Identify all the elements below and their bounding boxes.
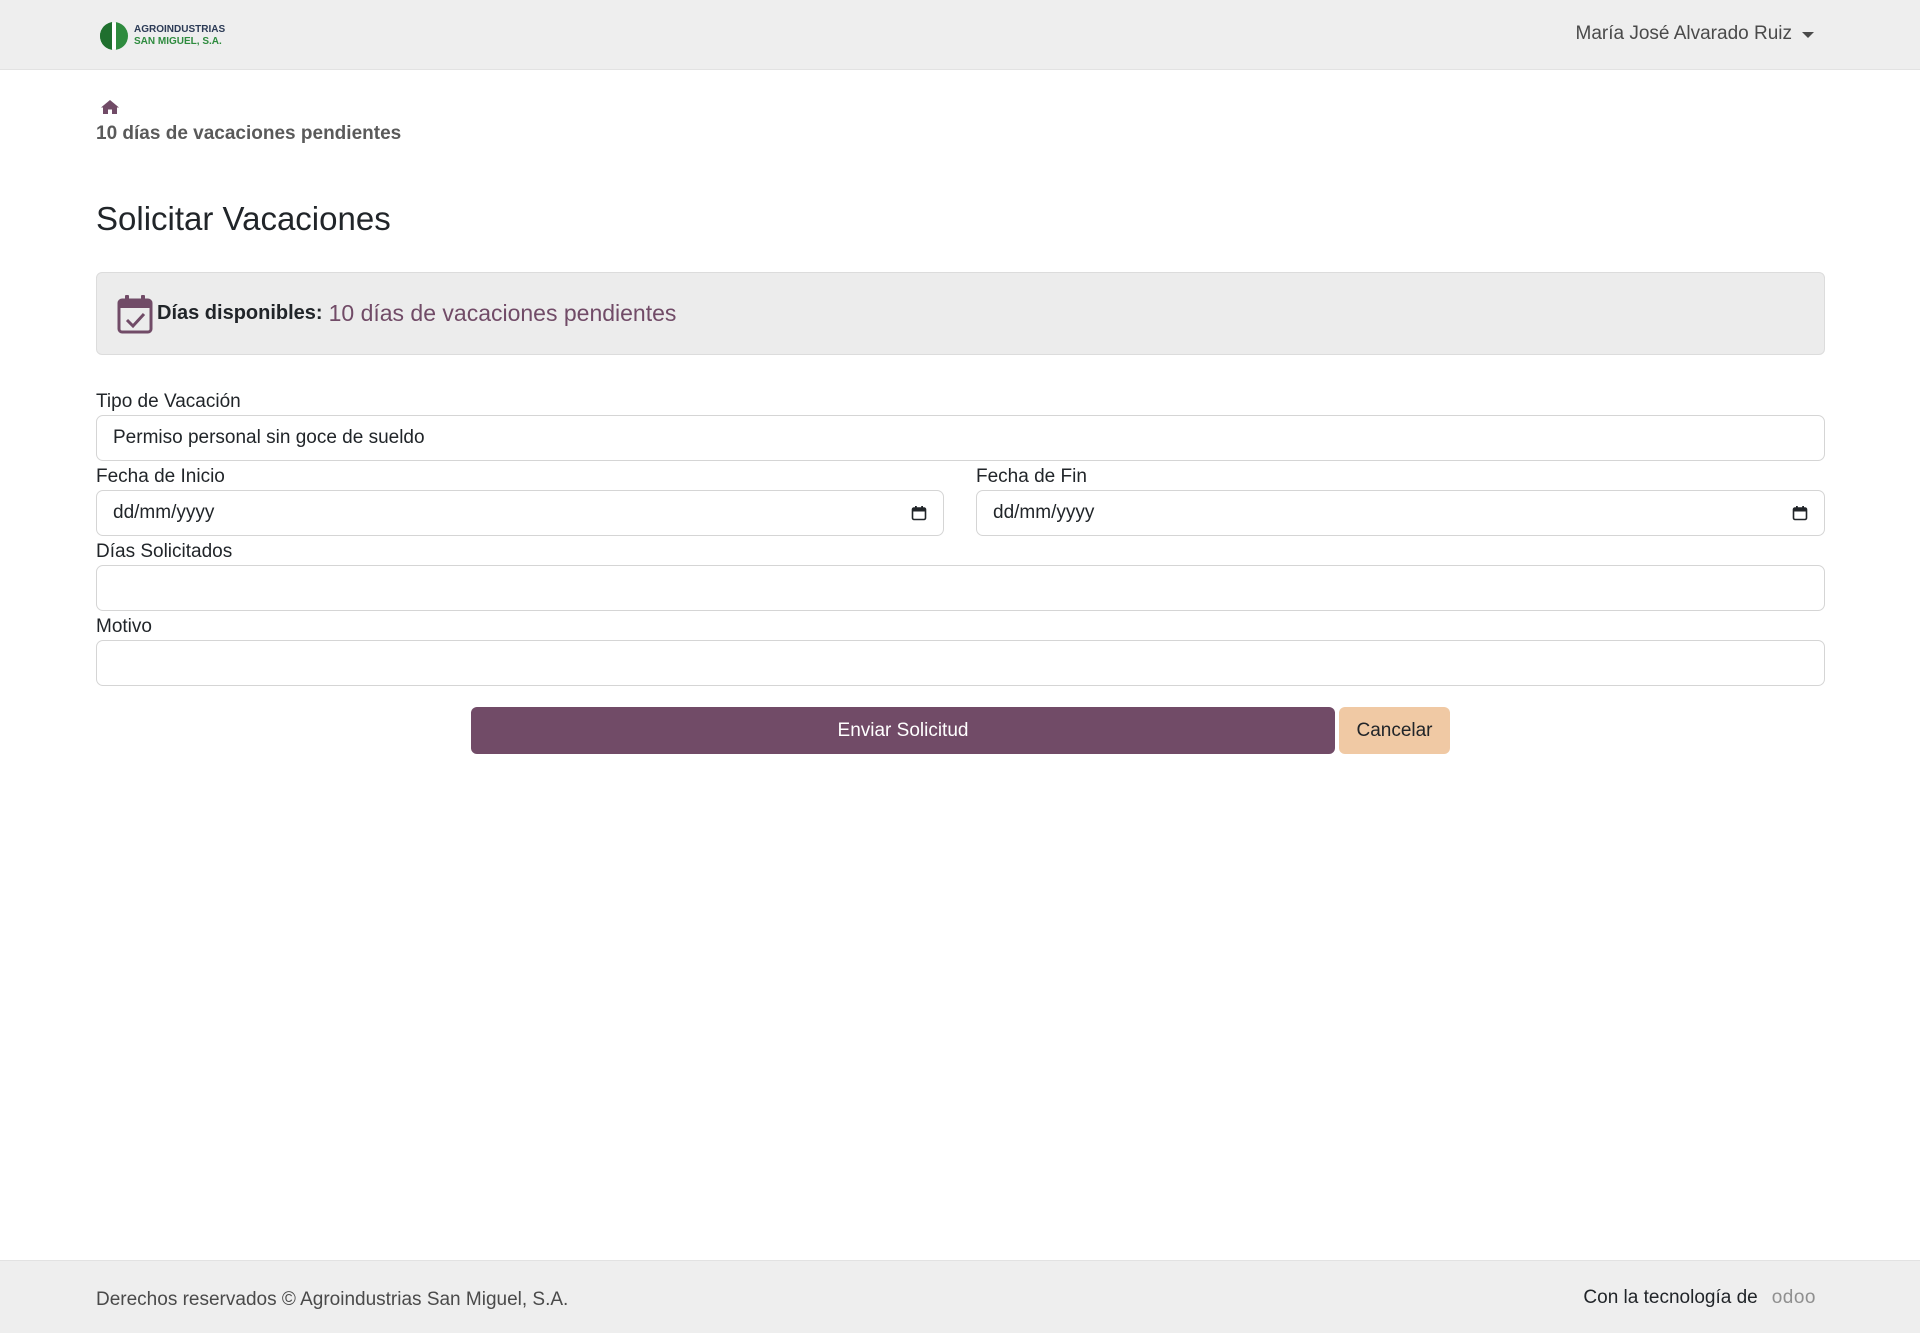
cancel-button[interactable]: Cancelar xyxy=(1339,707,1450,754)
user-menu-dropdown[interactable]: María José Alvarado Ruiz xyxy=(1575,23,1814,45)
requested-days-input[interactable] xyxy=(96,565,1825,611)
chevron-down-icon xyxy=(1802,32,1814,38)
start-date-input[interactable]: dd/mm/yyyy xyxy=(96,490,944,536)
company-logo-icon xyxy=(100,22,128,50)
odoo-logo[interactable]: odoo xyxy=(1772,1287,1816,1309)
vacation-type-label: Tipo de Vacación xyxy=(96,391,241,412)
end-date-input[interactable]: dd/mm/yyyy xyxy=(976,490,1825,536)
start-date-value: dd/mm/yyyy xyxy=(113,502,215,523)
company-logo-text: AGROINDUSTRIAS SAN MIGUEL, S.A. xyxy=(134,24,225,48)
end-date-value: dd/mm/yyyy xyxy=(993,502,1095,523)
submit-request-button[interactable]: Enviar Solicitud xyxy=(471,707,1335,754)
reason-input[interactable] xyxy=(96,640,1825,686)
pending-vacation-summary: 10 días de vacaciones pendientes xyxy=(96,123,402,144)
logo-line-2: SAN MIGUEL, S.A. xyxy=(134,36,222,47)
powered-by: Con la tecnología de odoo xyxy=(1583,1287,1816,1309)
start-date-label: Fecha de Inicio xyxy=(96,466,225,487)
company-logo[interactable]: AGROINDUSTRIAS SAN MIGUEL, S.A. xyxy=(100,20,225,52)
reason-label: Motivo xyxy=(96,616,152,637)
available-days-label: Días disponibles: xyxy=(157,302,323,324)
vacation-type-select[interactable]: Permiso personal sin goce de sueldo xyxy=(96,415,1825,461)
calendar-icon[interactable] xyxy=(911,505,927,521)
calendar-icon[interactable] xyxy=(1792,505,1808,521)
copyright-text: Derechos reservados © Agroindustrias San… xyxy=(96,1289,569,1310)
powered-by-text: Con la tecnología de xyxy=(1583,1287,1758,1308)
footer: Derechos reservados © Agroindustrias San… xyxy=(0,1260,1920,1333)
end-date-label: Fecha de Fin xyxy=(976,466,1087,487)
available-days-alert: Días disponibles: 10 días de vacaciones … xyxy=(96,272,1825,355)
calendar-check-icon xyxy=(117,294,153,333)
home-icon[interactable] xyxy=(100,99,120,115)
requested-days-label: Días Solicitados xyxy=(96,541,233,562)
available-days-value: 10 días de vacaciones pendientes xyxy=(328,300,677,326)
vacation-type-value: Permiso personal sin goce de sueldo xyxy=(113,427,425,448)
user-name: María José Alvarado Ruiz xyxy=(1575,23,1793,44)
top-navbar: AGROINDUSTRIAS SAN MIGUEL, S.A. María Jo… xyxy=(0,0,1920,70)
logo-line-1: AGROINDUSTRIAS xyxy=(134,24,226,35)
page-title: Solicitar Vacaciones xyxy=(96,200,391,237)
